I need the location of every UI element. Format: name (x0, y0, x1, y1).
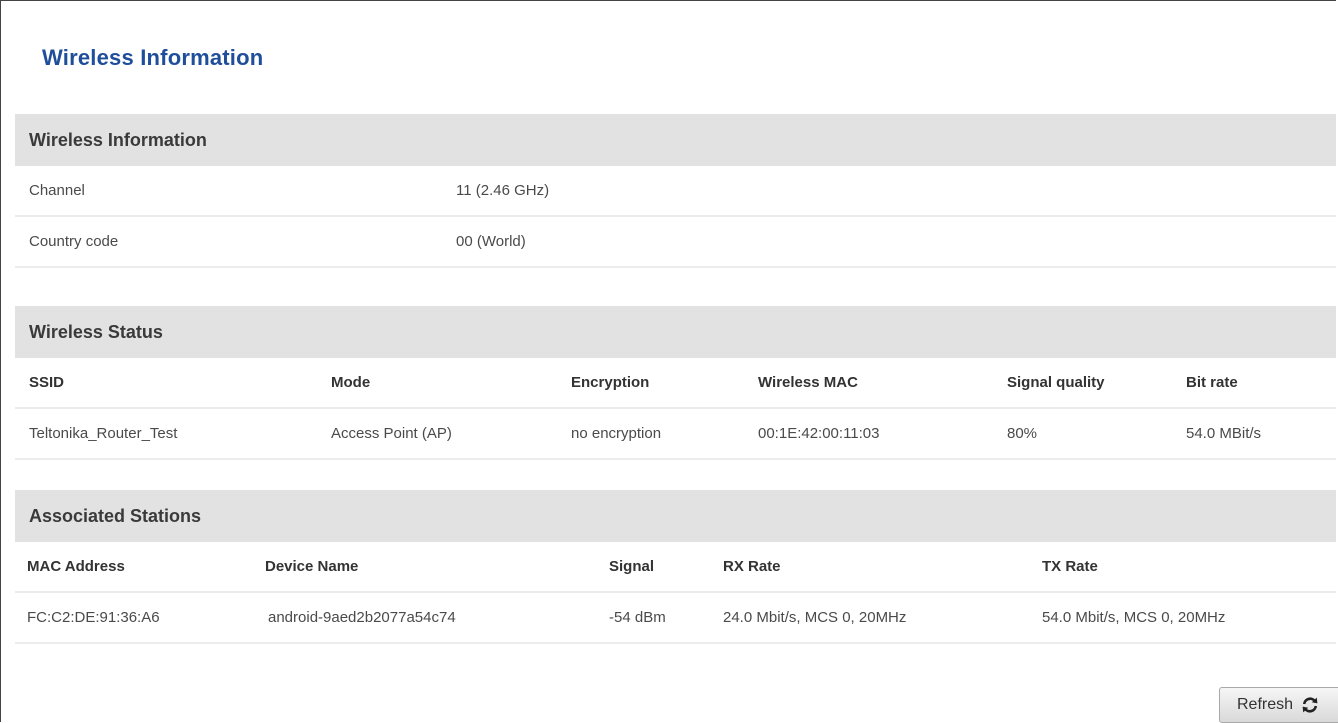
station-signal: -54 dBm (609, 609, 666, 626)
status-bit-rate: 54.0 MBit/s (1186, 425, 1262, 442)
column-header-mac-address: MAC Address (27, 558, 125, 575)
station-device-name: android-9aed2b2077a54c74 (268, 609, 456, 626)
info-row-channel: Channel 11 (2.46 GHz) (15, 166, 1336, 217)
content-frame: Wireless Information Wireless Informatio… (0, 0, 1336, 722)
station-rx-rate: 24.0 Mbit/s, MCS 0, 20MHz (723, 609, 907, 626)
page-title: Wireless Information (42, 45, 264, 70)
info-row-country-code: Country code 00 (World) (15, 217, 1336, 268)
station-tx-rate: 54.0 Mbit/s, MCS 0, 20MHz (1042, 609, 1226, 626)
info-label-country-code: Country code (29, 233, 119, 250)
status-mode: Access Point (AP) (331, 425, 452, 442)
column-header-bit-rate: Bit rate (1186, 374, 1238, 391)
refresh-button-label: Refresh (1237, 696, 1294, 713)
wireless-information-section: Wireless Information Channel 11 (2.46 GH… (15, 114, 1336, 268)
status-signal-quality: 80% (1007, 425, 1038, 442)
associated-stations-section: Associated Stations MAC Address Device N… (15, 490, 1336, 644)
status-table-header: SSID Mode Encryption Wireless MAC Signal… (15, 358, 1336, 409)
status-encryption: no encryption (571, 425, 662, 442)
table-row: FC:C2:DE:91:36:A6 android-9aed2b2077a54c… (15, 593, 1336, 644)
column-header-signal-quality: Signal quality (1007, 374, 1105, 391)
column-header-wireless-mac: Wireless MAC (758, 374, 858, 391)
wireless-status-section: Wireless Status SSID Mode Encryption Wir… (15, 306, 1336, 460)
info-value-channel: 11 (2.46 GHz) (456, 182, 550, 199)
column-header-device-name: Device Name (265, 558, 359, 575)
status-ssid: Teltonika_Router_Test (29, 425, 178, 442)
column-header-mode: Mode (331, 374, 371, 391)
column-header-ssid: SSID (29, 374, 65, 391)
refresh-button[interactable]: Refresh (1219, 687, 1338, 723)
station-mac-address: FC:C2:DE:91:36:A6 (27, 609, 160, 626)
table-row: Teltonika_Router_Test Access Point (AP) … (15, 409, 1336, 460)
column-header-encryption: Encryption (571, 374, 650, 391)
section-header-wireless-information: Wireless Information (15, 114, 1336, 166)
stations-table-header: MAC Address Device Name Signal RX Rate T… (15, 542, 1336, 593)
section-header-wireless-status: Wireless Status (15, 306, 1336, 358)
column-header-tx-rate: TX Rate (1042, 558, 1098, 575)
column-header-signal: Signal (609, 558, 655, 575)
column-header-rx-rate: RX Rate (723, 558, 781, 575)
refresh-icon (1301, 696, 1319, 714)
section-header-associated-stations: Associated Stations (15, 490, 1336, 542)
status-wireless-mac: 00:1E:42:00:11:03 (758, 425, 880, 442)
info-label-channel: Channel (29, 182, 85, 199)
info-value-country-code: 00 (World) (456, 233, 526, 250)
